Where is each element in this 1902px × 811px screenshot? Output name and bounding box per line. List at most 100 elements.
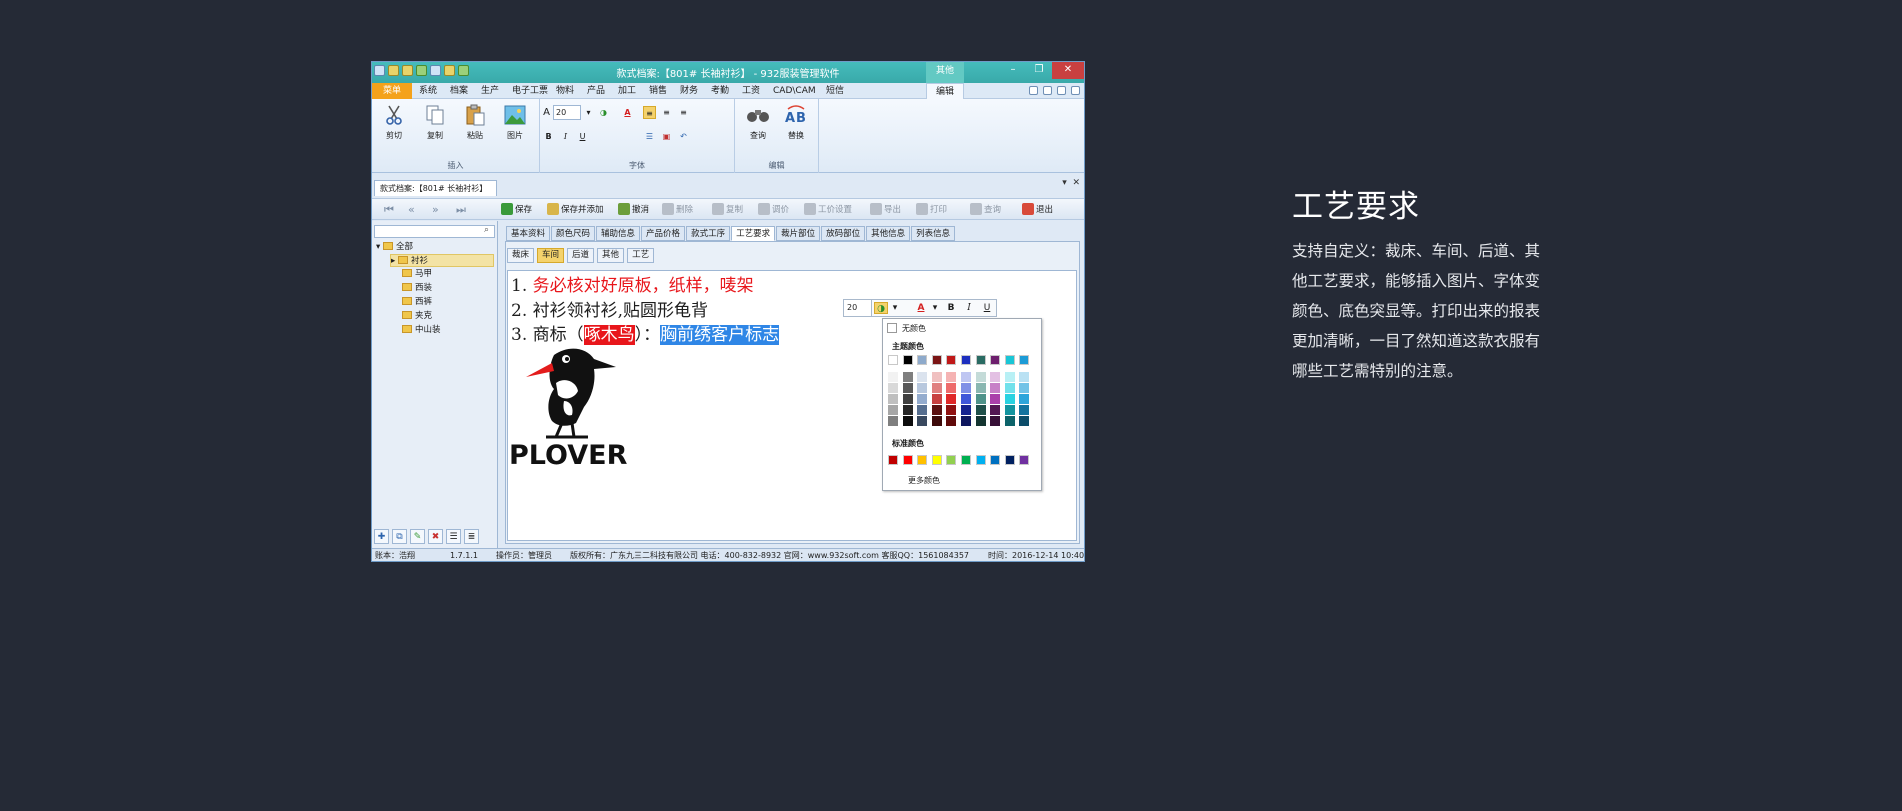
context-tab-other[interactable]: 其他: [926, 62, 964, 83]
theme-swatch[interactable]: [902, 355, 913, 365]
theme-shade-swatch[interactable]: [975, 394, 986, 404]
theme-swatch[interactable]: [961, 355, 971, 365]
theme-swatch[interactable]: [975, 355, 986, 365]
collapse-ribbon-icon[interactable]: [1029, 86, 1038, 95]
edit-node-icon[interactable]: ✎: [410, 529, 425, 544]
menu-item-material[interactable]: 物料: [552, 83, 578, 99]
minimize-button[interactable]: –: [1000, 62, 1026, 79]
theme-shade-swatch[interactable]: [961, 372, 971, 382]
theme-shade-swatch[interactable]: [917, 416, 928, 426]
first-record-icon[interactable]: ⏮: [384, 203, 394, 217]
theme-swatch[interactable]: [990, 355, 1001, 365]
tree-item-shirt[interactable]: ▸ 衬衫: [390, 254, 494, 267]
theme-shade-swatch[interactable]: [888, 405, 898, 415]
undo-icon[interactable]: ↶: [677, 130, 690, 143]
tree-item-vest[interactable]: 马甲: [402, 268, 432, 281]
subtab-craft[interactable]: 工艺: [627, 248, 655, 263]
standard-swatch[interactable]: [931, 455, 942, 465]
theme-shade-swatch[interactable]: [961, 383, 971, 393]
mini-font-color-icon[interactable]: A: [914, 302, 928, 314]
theme-shade-swatch[interactable]: [990, 416, 1001, 426]
file-menu[interactable]: 菜单: [372, 83, 412, 99]
theme-shade-swatch[interactable]: [990, 394, 1001, 404]
more-colors-option[interactable]: 更多颜色: [908, 475, 940, 486]
theme-shade-swatch[interactable]: [888, 372, 898, 382]
menu-item-cad-cam[interactable]: CAD\CAM: [769, 83, 820, 99]
theme-shade-swatch[interactable]: [961, 416, 971, 426]
close-doc-icon[interactable]: [1071, 86, 1080, 95]
font-size-input[interactable]: 20: [553, 105, 581, 120]
theme-shade-swatch[interactable]: [990, 383, 1001, 393]
align-left-icon[interactable]: ≡: [643, 106, 656, 119]
theme-shade-swatch[interactable]: [888, 416, 898, 426]
menu-item-e-ticket[interactable]: 电子工票: [508, 83, 552, 99]
menu-item-production[interactable]: 生产: [477, 83, 503, 99]
tab-style-process[interactable]: 款式工序: [686, 226, 731, 241]
theme-swatch[interactable]: [1004, 355, 1015, 365]
theme-shade-swatch[interactable]: [931, 372, 942, 382]
menu-item-wage[interactable]: 工资: [738, 83, 764, 99]
theme-shade-swatch[interactable]: [917, 372, 928, 382]
theme-shade-swatch[interactable]: [902, 372, 913, 382]
mini-underline-button[interactable]: U: [980, 302, 994, 314]
standard-swatch[interactable]: [902, 455, 913, 465]
subtab-finishing[interactable]: 后道: [567, 248, 595, 263]
document-tab[interactable]: 款式档案:【801# 长袖衬衫】: [374, 180, 497, 196]
theme-shade-swatch[interactable]: [975, 405, 986, 415]
theme-swatch[interactable]: [946, 355, 957, 365]
adjust-price-button[interactable]: 调价: [758, 203, 789, 217]
theme-shade-swatch[interactable]: [902, 383, 913, 393]
close-button[interactable]: ✕: [1052, 62, 1084, 79]
theme-shade-swatch[interactable]: [1019, 405, 1030, 415]
theme-shade-swatch[interactable]: [1004, 372, 1015, 382]
menu-item-attendance[interactable]: 考勤: [707, 83, 733, 99]
dropdown-arrow-icon[interactable]: ▾: [582, 106, 595, 119]
theme-shade-swatch[interactable]: [1004, 394, 1015, 404]
theme-shade-swatch[interactable]: [975, 372, 986, 382]
query-record-button[interactable]: 查询: [970, 203, 1001, 217]
theme-shade-swatch[interactable]: [946, 394, 957, 404]
list-icon[interactable]: ☰: [643, 130, 656, 143]
tab-product-price[interactable]: 产品价格: [641, 226, 686, 241]
theme-shade-swatch[interactable]: [888, 394, 898, 404]
cancel-button[interactable]: 撤消: [618, 203, 649, 217]
theme-shade-swatch[interactable]: [931, 416, 942, 426]
theme-shade-swatch[interactable]: [902, 416, 913, 426]
menu-item-system[interactable]: 系统: [415, 83, 441, 99]
restore-icon[interactable]: [1057, 86, 1066, 95]
save-button[interactable]: 保存: [501, 203, 532, 217]
last-record-icon[interactable]: ⏭: [456, 203, 466, 217]
copy-button[interactable]: 复制: [418, 103, 452, 141]
tree-item-trousers[interactable]: 西裤: [402, 296, 432, 309]
theme-swatch[interactable]: [1019, 355, 1030, 365]
standard-swatch[interactable]: [990, 455, 1001, 465]
mini-italic-button[interactable]: I: [962, 302, 976, 314]
add-icon[interactable]: ✚: [374, 529, 389, 544]
mini-bold-button[interactable]: B: [944, 302, 958, 314]
theme-shade-swatch[interactable]: [961, 394, 971, 404]
italic-button[interactable]: I: [559, 130, 572, 143]
tab-other-info[interactable]: 其他信息: [866, 226, 911, 241]
theme-shade-swatch[interactable]: [917, 383, 928, 393]
tab-color-size[interactable]: 颜色尺码: [551, 226, 596, 241]
close-tab-icon[interactable]: ✕: [1072, 178, 1080, 188]
mini-highlight-color-icon[interactable]: ◑: [874, 302, 888, 314]
align-right-icon[interactable]: ≡: [677, 106, 690, 119]
menu-item-product[interactable]: 产品: [583, 83, 609, 99]
tree-item-zhongshan[interactable]: 中山装: [402, 324, 441, 337]
standard-swatch[interactable]: [946, 455, 957, 465]
theme-shade-swatch[interactable]: [1004, 416, 1015, 426]
tree-item-suit[interactable]: 西装: [402, 282, 432, 295]
tab-craft-requirements[interactable]: 工艺要求: [731, 226, 776, 241]
theme-shade-swatch[interactable]: [975, 383, 986, 393]
standard-swatch[interactable]: [917, 455, 928, 465]
wage-setting-button[interactable]: 工价设置: [804, 203, 852, 217]
theme-shade-swatch[interactable]: [902, 405, 913, 415]
theme-shade-swatch[interactable]: [931, 394, 942, 404]
exit-button[interactable]: 退出: [1022, 203, 1053, 217]
menu-item-processing[interactable]: 加工: [614, 83, 640, 99]
next-record-icon[interactable]: »: [432, 203, 439, 217]
theme-shade-swatch[interactable]: [917, 394, 928, 404]
help-icon[interactable]: [1043, 86, 1052, 95]
mini-font-color-arrow-icon[interactable]: ▾: [928, 302, 942, 314]
